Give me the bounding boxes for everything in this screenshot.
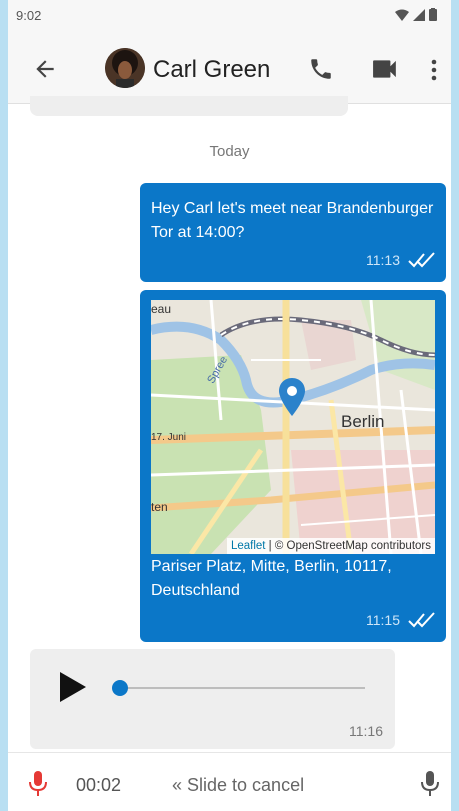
message-meta: 11:15 <box>366 612 436 628</box>
cell-signal-icon <box>413 8 425 21</box>
message-time: 11:13 <box>366 252 400 268</box>
phone-icon[interactable] <box>308 56 334 82</box>
leaflet-link[interactable]: Leaflet <box>231 540 266 552</box>
chat-screen: 9:02 Carl Green Today Hey Carl let's mee… <box>8 0 451 811</box>
outgoing-message[interactable]: Hey Carl let's meet near Brandenburger T… <box>140 183 446 282</box>
double-check-icon <box>408 252 435 268</box>
play-icon[interactable] <box>60 672 86 702</box>
wifi-icon <box>395 9 409 21</box>
double-check-icon <box>408 612 435 628</box>
mic-icon[interactable] <box>420 771 440 797</box>
date-separator: Today <box>209 143 250 160</box>
message-meta: 11:13 <box>366 252 436 268</box>
more-vert-icon[interactable] <box>430 58 438 82</box>
videocam-icon[interactable] <box>372 58 398 80</box>
map-label: 17. Juni <box>151 432 187 443</box>
previous-message-bubble <box>30 96 348 116</box>
status-icons <box>395 8 437 21</box>
status-bar: 9:02 <box>8 0 451 34</box>
incoming-voice-message: 11:16 <box>30 649 395 749</box>
message-time: 11:16 <box>349 723 383 739</box>
osm-attribution-text: | © OpenStreetMap contributors <box>265 540 431 552</box>
location-map[interactable]: Berlin eau Spree 17. Juni ten Leaflet | … <box>151 300 435 554</box>
mic-recording-icon <box>29 771 47 796</box>
app-bar: Carl Green <box>8 34 451 104</box>
avatar[interactable] <box>105 48 145 88</box>
map-label: ten <box>151 500 168 514</box>
contact-name[interactable]: Carl Green <box>153 56 270 84</box>
status-time: 9:02 <box>16 8 42 23</box>
message-text: Hey Carl let's meet near Brandenburger T… <box>151 200 434 241</box>
slide-to-cancel-hint: « Slide to cancel <box>172 775 305 795</box>
map-label: eau <box>151 302 172 316</box>
battery-icon <box>429 8 437 21</box>
voice-progress-track[interactable] <box>123 687 365 689</box>
outgoing-location-message[interactable]: Berlin eau Spree 17. Juni ten Leaflet | … <box>140 290 446 642</box>
arrow-back-icon[interactable] <box>32 56 58 82</box>
message-time: 11:15 <box>366 612 400 628</box>
recording-bar: 00:02 « Slide to cancel <box>8 752 451 811</box>
map-tiles <box>151 300 435 554</box>
recording-elapsed: 00:02 <box>76 775 122 795</box>
voice-progress-handle[interactable] <box>112 680 128 696</box>
location-address: Pariser Platz, Mitte, Berlin, 10117, Deu… <box>151 558 392 599</box>
map-label-berlin: Berlin <box>341 412 385 431</box>
map-attribution: Leaflet | © OpenStreetMap contributors <box>226 538 435 554</box>
